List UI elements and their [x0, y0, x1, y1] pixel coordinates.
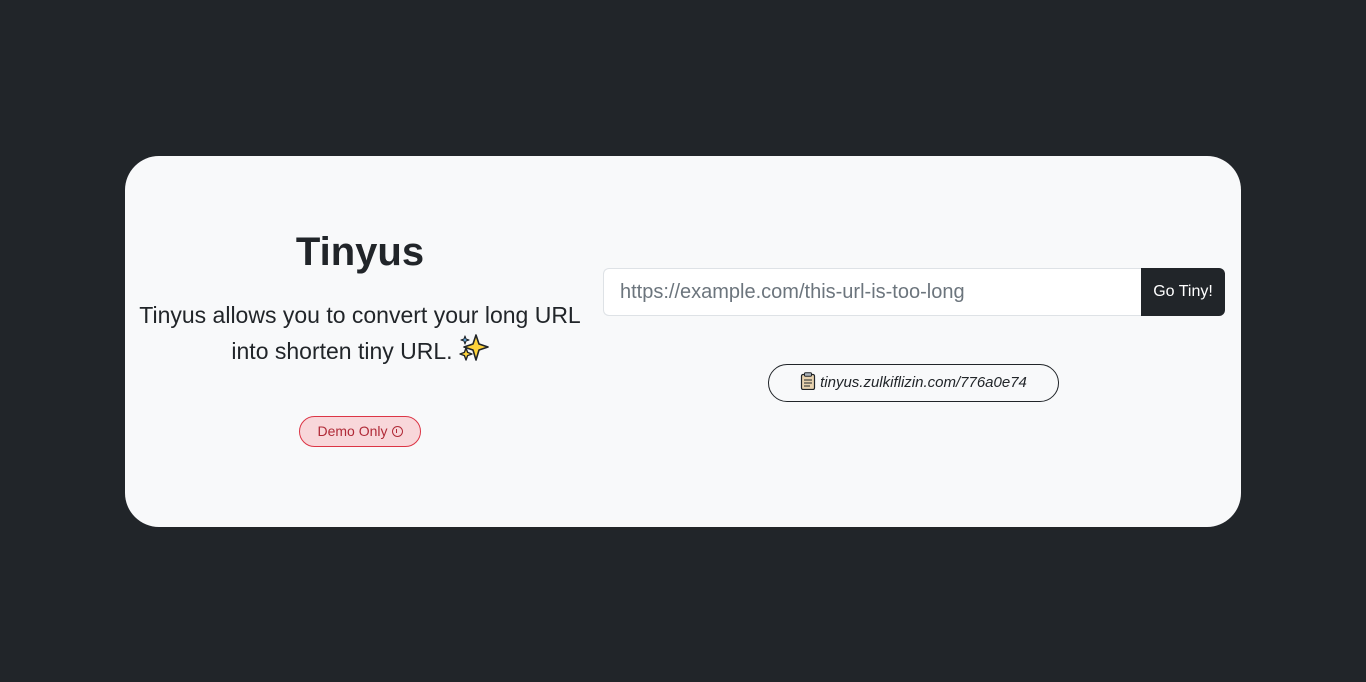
info-circle-icon: [391, 426, 403, 437]
short-url-copy-button[interactable]: tinyus.zulkiflizin.com/776a0e74: [768, 364, 1059, 402]
short-url-text: tinyus.zulkiflizin.com/776a0e74: [820, 374, 1027, 391]
badge-label: Demo Only: [317, 423, 388, 439]
demo-only-badge[interactable]: Demo Only: [299, 416, 421, 447]
page-title: Tinyus: [295, 230, 425, 274]
main-card: Tinyus Tinyus allows you to convert your…: [125, 156, 1241, 527]
clipboard-icon: [800, 368, 816, 404]
app-description: Tinyus allows you to convert your long U…: [135, 297, 585, 372]
intro-section: Tinyus Tinyus allows you to convert your…: [125, 156, 595, 527]
sparkles-icon: [458, 334, 489, 372]
description-text: Tinyus allows you to convert your long U…: [139, 302, 581, 364]
shorten-form: Go Tiny!: [603, 268, 1225, 316]
long-url-input[interactable]: [603, 268, 1142, 316]
go-tiny-button[interactable]: Go Tiny!: [1141, 268, 1225, 316]
